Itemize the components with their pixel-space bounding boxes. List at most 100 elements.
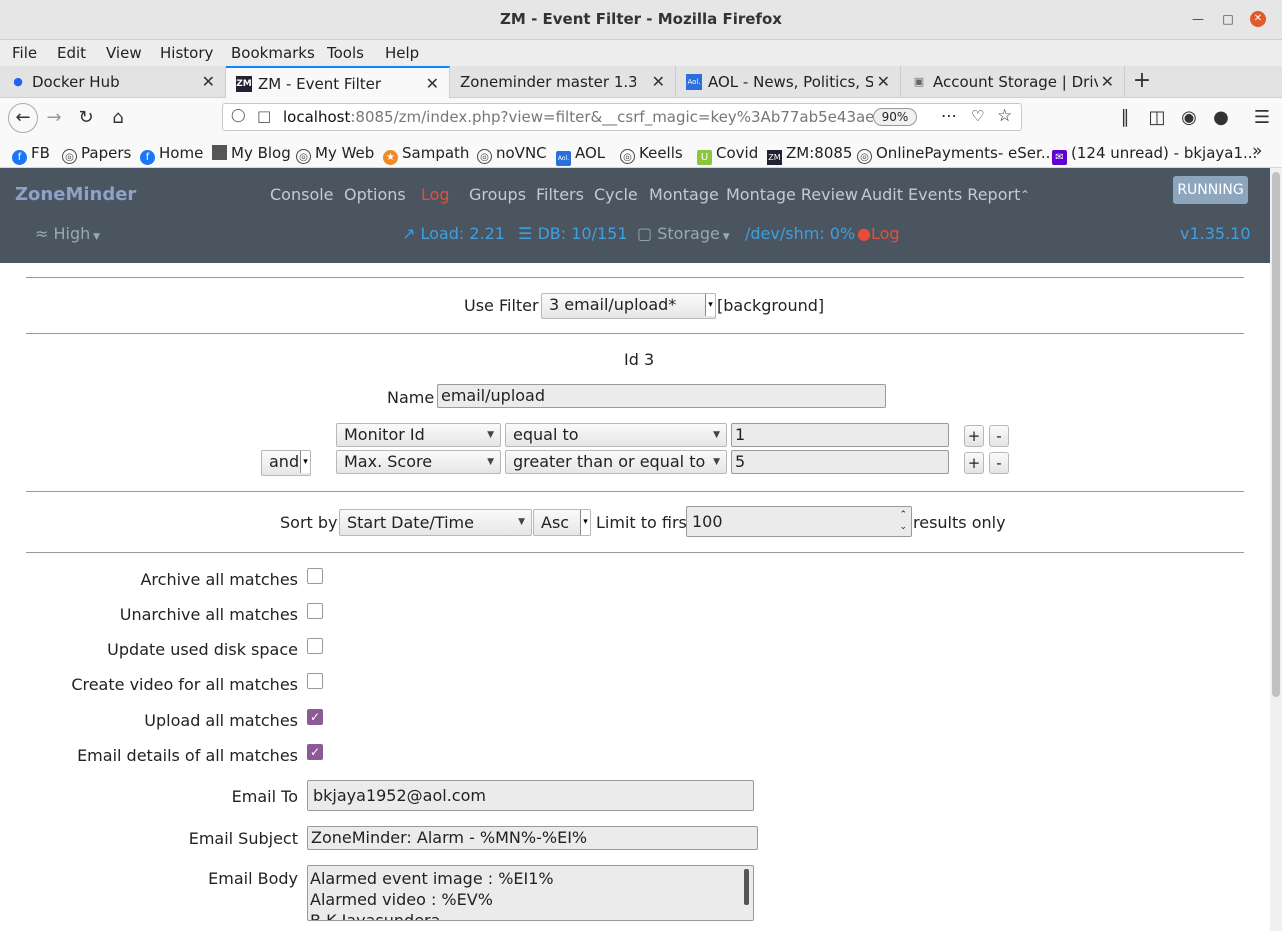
shield-icon[interactable]: ◯ xyxy=(231,108,246,123)
version[interactable]: v1.35.10 xyxy=(1180,224,1251,243)
bookmark-sampath[interactable]: ★ Sampath xyxy=(383,144,469,165)
close-tab-icon[interactable]: ✕ xyxy=(202,72,215,91)
page-scrollbar[interactable] xyxy=(1270,168,1282,931)
add-term-button[interactable]: + xyxy=(964,425,984,447)
update-disk-checkbox[interactable] xyxy=(307,638,323,654)
term-op-select[interactable]: equal to ▼ xyxy=(505,423,727,447)
menu-view[interactable]: View xyxy=(106,44,142,62)
trend-icon: ↗ xyxy=(402,224,416,243)
term-value-input[interactable]: 1 xyxy=(731,423,949,447)
account-icon[interactable]: ◉ xyxy=(1177,106,1201,130)
close-tab-icon[interactable]: ✕ xyxy=(877,72,890,91)
menu-file[interactable]: File xyxy=(12,44,37,62)
menu-bookmarks[interactable]: Bookmarks xyxy=(231,44,315,62)
term-attr-select[interactable]: Max. Score ▼ xyxy=(336,450,501,474)
upload-checkbox[interactable]: ✓ xyxy=(307,709,323,725)
tab-docker-hub[interactable]: ● Docker Hub ✕ xyxy=(0,66,226,98)
textarea-scrollbar[interactable] xyxy=(744,869,749,905)
maximize-icon[interactable]: □ xyxy=(1220,11,1236,27)
email-details-checkbox[interactable]: ✓ xyxy=(307,744,323,760)
extensions-icon[interactable]: ● xyxy=(1209,106,1233,130)
add-term-button[interactable]: + xyxy=(964,452,984,474)
term-attr-select[interactable]: Monitor Id ▼ xyxy=(336,423,501,447)
close-tab-icon[interactable]: ✕ xyxy=(426,74,439,93)
bookmark-online-payments[interactable]: ◎ OnlinePayments- eSer... xyxy=(857,144,1055,164)
menu-tools[interactable]: Tools xyxy=(327,44,364,62)
remove-term-button[interactable]: - xyxy=(989,425,1009,447)
state-button[interactable]: RUNNING xyxy=(1173,176,1248,204)
hamburger-menu-icon[interactable]: ☰ xyxy=(1250,106,1274,130)
bookmark-aol[interactable]: Aol. AOL xyxy=(556,144,605,166)
pocket-icon[interactable]: ♡ xyxy=(971,107,984,125)
url-text[interactable]: localhost:8085/zm/index.php?view=filter&… xyxy=(283,108,873,126)
collapse-chevron-icon[interactable]: ⌃ xyxy=(1020,188,1030,202)
nav-cycle[interactable]: Cycle xyxy=(594,185,638,204)
use-filter-select[interactable]: 3 email/upload* ▾ xyxy=(541,293,716,319)
bookmark-unread-mail[interactable]: ✉ (124 unread) - bkjaya1... xyxy=(1052,144,1257,165)
bookmarks-overflow-icon[interactable]: » xyxy=(1252,141,1262,161)
close-tab-icon[interactable]: ✕ xyxy=(1101,72,1114,91)
library-icon[interactable]: ∥ xyxy=(1113,106,1137,130)
tab-zoneminder-master[interactable]: Zoneminder master 1.35.10 ✕ xyxy=(450,66,676,98)
bookmark-papers[interactable]: ◎ Papers xyxy=(62,144,131,164)
menu-edit[interactable]: Edit xyxy=(57,44,86,62)
more-actions-icon[interactable]: ⋯ xyxy=(941,106,957,125)
log-status[interactable]: ●Log xyxy=(857,224,900,243)
dropdown-arrow-icon: ▼ xyxy=(713,457,720,467)
nav-groups[interactable]: Groups xyxy=(469,185,526,204)
sidebar-icon[interactable]: ◫ xyxy=(1145,106,1169,130)
close-tab-icon[interactable]: ✕ xyxy=(652,72,665,91)
bookmark-my-blog[interactable]: My Blog xyxy=(212,144,291,162)
minimize-icon[interactable]: — xyxy=(1190,11,1206,27)
zoom-level-badge[interactable]: 90% xyxy=(873,108,917,126)
back-arrow-icon[interactable]: ← xyxy=(8,103,38,133)
bandwidth-dropdown[interactable]: ≈ High ▼ xyxy=(35,224,100,243)
email-body-textarea[interactable]: Alarmed event image : %EI1% Alarmed vide… xyxy=(307,865,754,921)
storage-dropdown[interactable]: ▢ Storage ▼ xyxy=(637,224,730,243)
nav-audit-events-report[interactable]: Audit Events Report xyxy=(861,185,1020,204)
menu-history[interactable]: History xyxy=(160,44,213,62)
zm-header: ZoneMinder Console Options Log Groups Fi… xyxy=(0,168,1270,263)
archive-checkbox[interactable] xyxy=(307,568,323,584)
sort-direction-select[interactable]: Asc ▾ xyxy=(533,509,591,536)
close-window-icon[interactable]: ✕ xyxy=(1250,11,1266,27)
email-to-input[interactable]: bkjaya1952@aol.com xyxy=(307,780,754,811)
menu-help[interactable]: Help xyxy=(385,44,419,62)
nav-log[interactable]: Log xyxy=(421,185,450,204)
forward-arrow-icon[interactable]: → xyxy=(42,106,66,130)
home-icon[interactable]: ⌂ xyxy=(106,106,130,130)
term-op-select[interactable]: greater than or equal to ▼ xyxy=(505,450,727,474)
scrollbar-thumb[interactable] xyxy=(1272,172,1280,697)
tab-zm-event-filter[interactable]: ZM ZM - Event Filter ✕ xyxy=(226,66,450,98)
reload-icon[interactable]: ↻ xyxy=(74,106,98,130)
create-video-checkbox[interactable] xyxy=(307,673,323,689)
tab-aol[interactable]: Aol. AOL - News, Politics, Spo ✕ xyxy=(676,66,901,98)
bookmark-novnc[interactable]: ◎ noVNC xyxy=(477,144,547,164)
term-conj-select[interactable]: and ▾ xyxy=(261,450,311,476)
limit-input[interactable]: 100 ⌃ ⌄ xyxy=(686,506,912,537)
page-info-icon[interactable]: □ xyxy=(257,107,271,125)
tab-account-storage[interactable]: ▣ Account Storage | DriveH ✕ xyxy=(901,66,1125,98)
bookmark-keells[interactable]: ◎ Keells xyxy=(620,144,683,164)
nav-console[interactable]: Console xyxy=(270,185,334,204)
remove-term-button[interactable]: - xyxy=(989,452,1009,474)
nav-options[interactable]: Options xyxy=(344,185,406,204)
bookmark-star-icon[interactable]: ☆ xyxy=(997,106,1012,126)
sort-field-select[interactable]: Start Date/Time ▼ xyxy=(339,509,532,536)
url-bar[interactable]: ◯ □ localhost:8085/zm/index.php?view=fil… xyxy=(222,103,1022,131)
new-tab-icon[interactable]: + xyxy=(1130,69,1154,93)
bookmark-my-web[interactable]: ◎ My Web xyxy=(296,144,374,164)
name-input[interactable]: email/upload xyxy=(437,384,886,408)
nav-montage[interactable]: Montage xyxy=(649,185,719,204)
spinner-icon[interactable]: ⌃ ⌄ xyxy=(899,509,907,533)
term-value-input[interactable]: 5 xyxy=(731,450,949,474)
bookmark-covid[interactable]: U Covid xyxy=(697,144,758,165)
bookmark-home[interactable]: f Home xyxy=(140,144,203,165)
bookmark-zm-8085[interactable]: ZM ZM:8085 xyxy=(767,144,852,165)
email-subject-input[interactable]: ZoneMinder: Alarm - %MN%-%EI% xyxy=(307,826,758,850)
bookmark-fb[interactable]: f FB xyxy=(12,144,50,165)
nav-montage-review[interactable]: Montage Review xyxy=(726,185,858,204)
unarchive-checkbox[interactable] xyxy=(307,603,323,619)
nav-filters[interactable]: Filters xyxy=(536,185,584,204)
zm-brand[interactable]: ZoneMinder xyxy=(15,184,136,205)
